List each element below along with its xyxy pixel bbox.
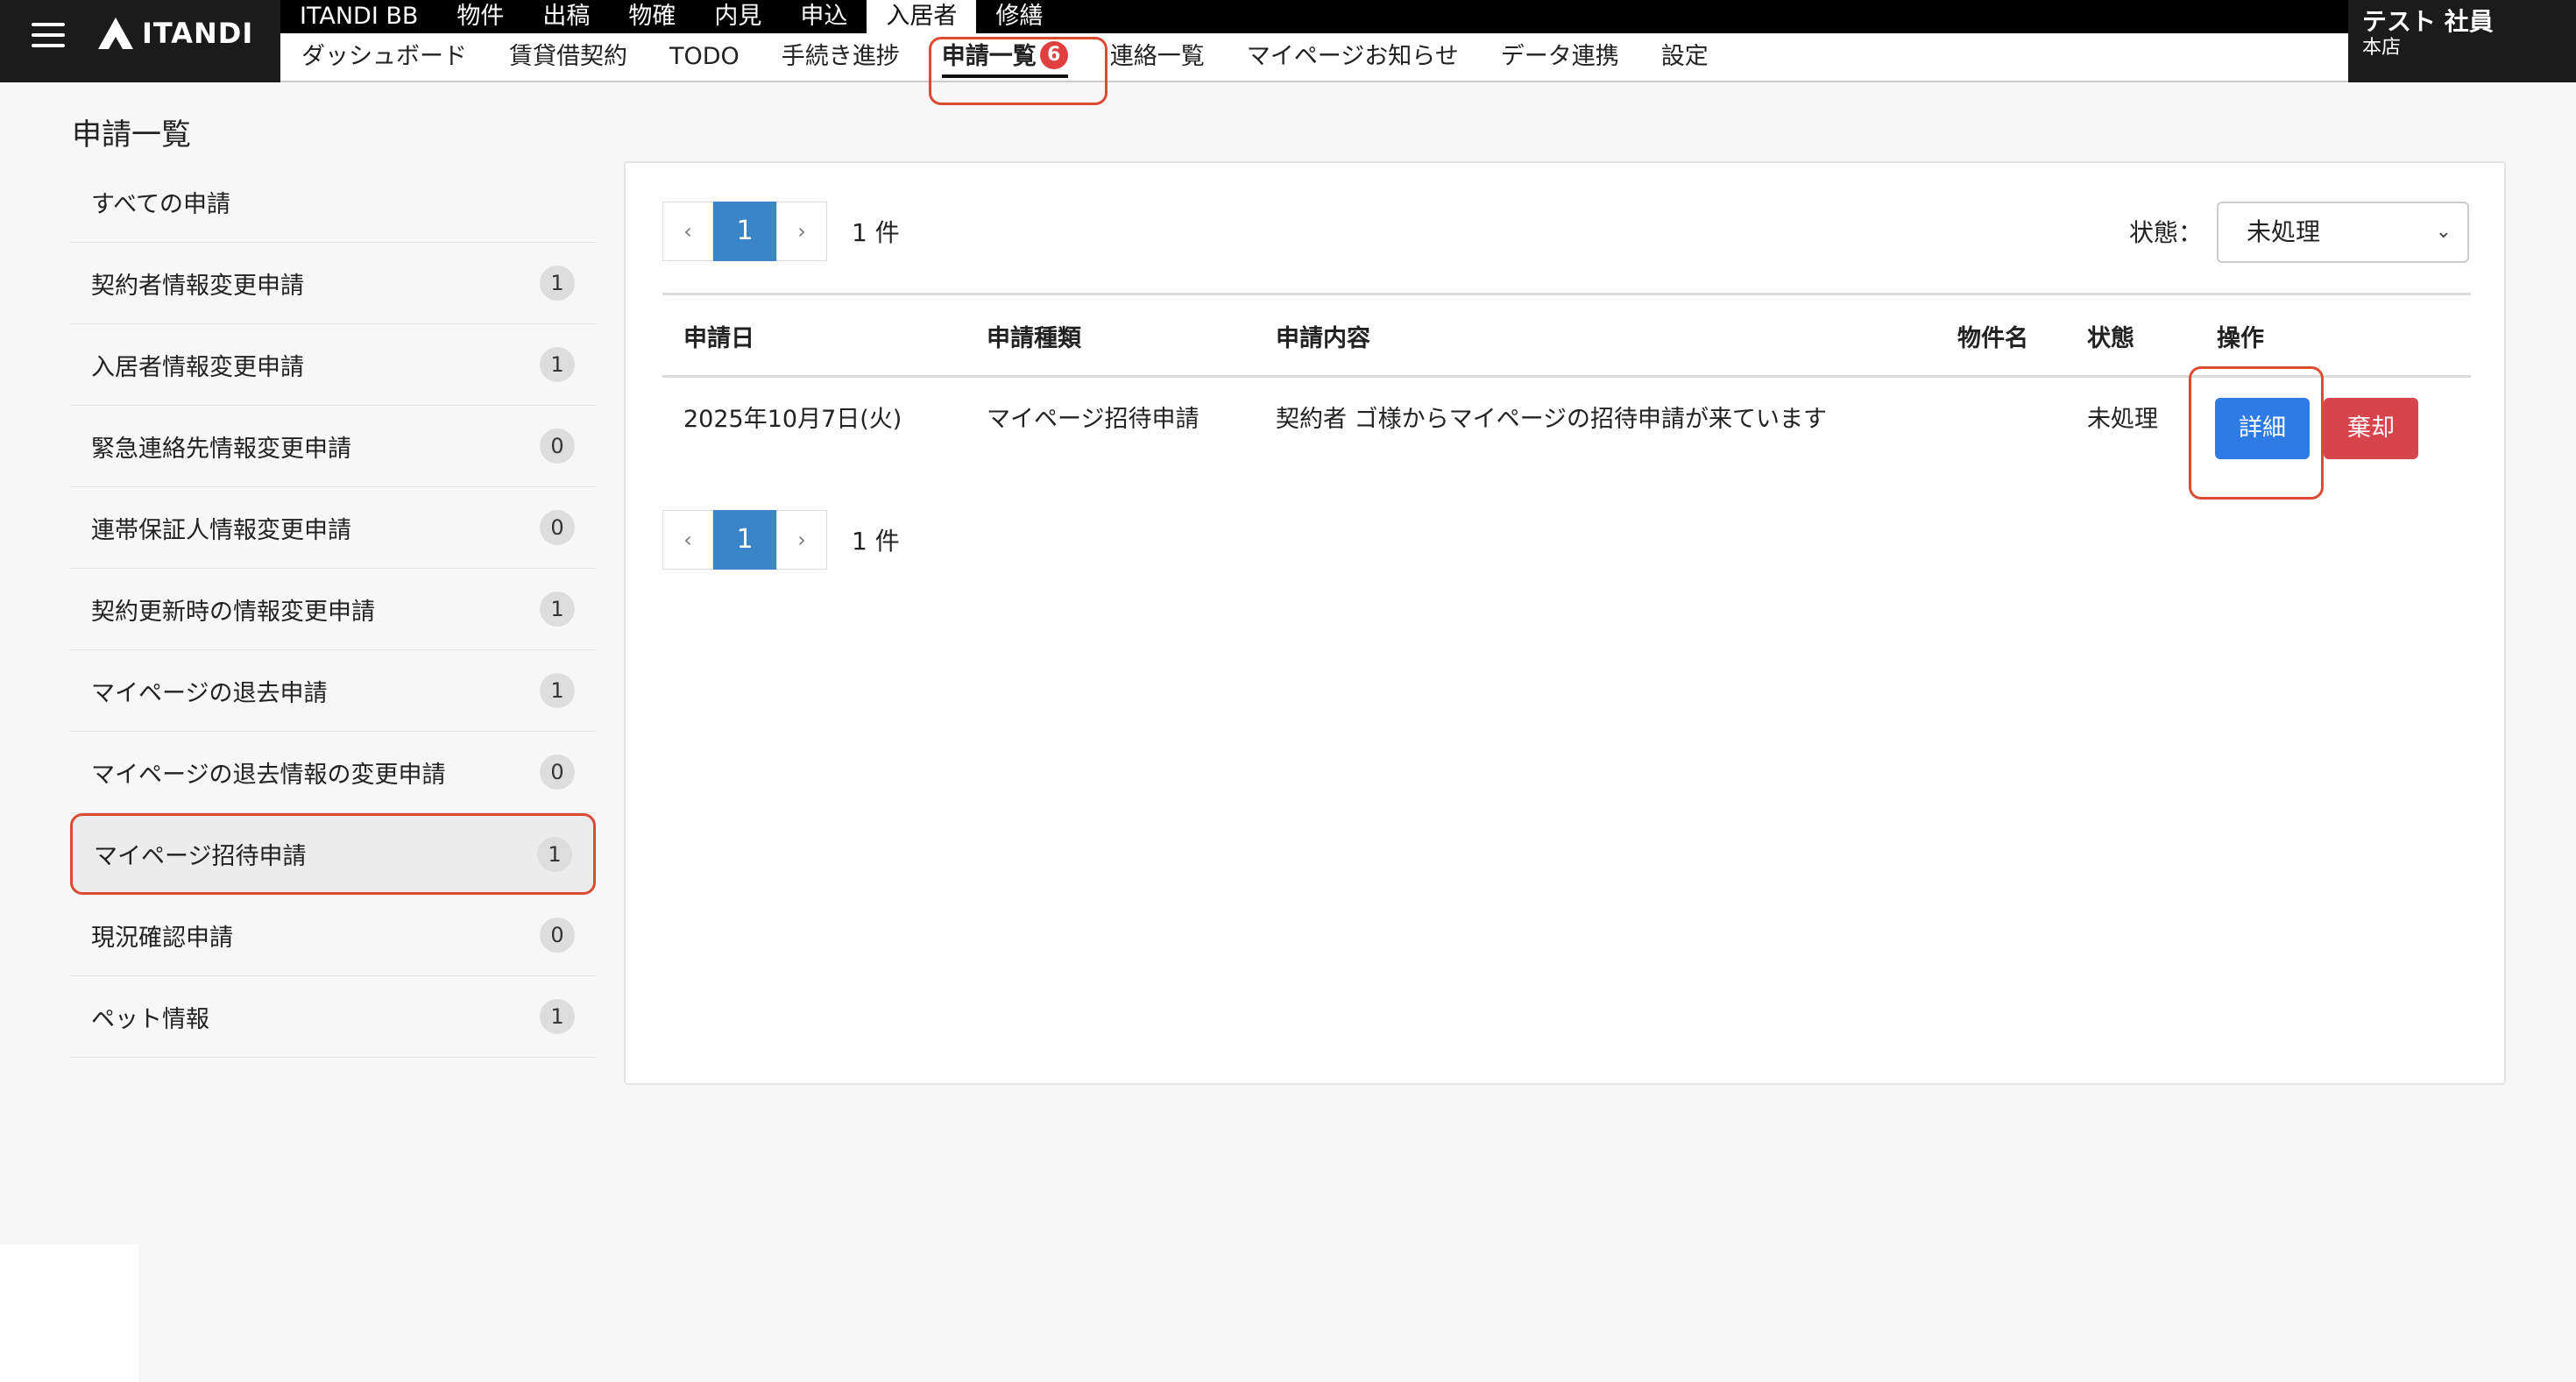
sidebar-item-mypage-move-out[interactable]: マイページの退去申請 1 [70, 650, 596, 732]
detail-button[interactable]: 詳細 [2215, 398, 2310, 459]
count-badge: 0 [540, 755, 575, 790]
sub-nav-lease-contract[interactable]: 賃貸借契約 [488, 32, 648, 82]
status-filter-label: 状態： [2129, 218, 2204, 247]
main-nav-confirmation[interactable]: 物確 [609, 0, 695, 33]
cell-status: 未処理 [2087, 406, 2158, 433]
user-branch: 本店 [2362, 37, 2402, 59]
sub-nav-settings[interactable]: 設定 [1640, 32, 1730, 82]
user-menu[interactable]: テスト 社員 本店 [2348, 0, 2576, 82]
sidebar-item-mypage-invitation[interactable]: マイページ招待申請 1 [70, 813, 596, 895]
sidebar-item-pet-info[interactable]: ペット情報 1 [70, 976, 596, 1058]
column-header-status: 状態 [2087, 325, 2134, 352]
sub-nav-application-list[interactable]: 申請一覧 6 [921, 32, 1089, 82]
blank-area [0, 1244, 138, 1382]
page-title: 申請一覧 [72, 117, 191, 152]
pagination-top: ‹ 1 › 1 件 [662, 202, 900, 261]
column-header-content: 申請内容 [1276, 325, 1370, 352]
sub-nav-application-list-label: 申請一覧 [941, 43, 1037, 70]
prev-page-button[interactable]: ‹ [662, 510, 713, 570]
next-page-button[interactable]: › [776, 510, 827, 570]
cell-type: マイページ招待申請 [987, 406, 1200, 433]
column-header-property: 物件名 [1957, 325, 2028, 352]
sidebar-item-label: マイページ招待申請 [94, 843, 307, 870]
sidebar-item-label: 連帯保証人情報変更申請 [91, 516, 351, 544]
status-filter-select[interactable]: 未処理 ⌄ [2217, 202, 2469, 263]
main-nav-repair[interactable]: 修繕 [976, 0, 1062, 33]
count-badge: 1 [540, 673, 575, 708]
user-name: テスト 社員 [2362, 7, 2494, 36]
logo-text: ITANDI [142, 17, 254, 50]
column-header-actions: 操作 [2217, 325, 2264, 352]
sidebar-item-label: 緊急連絡先情報変更申請 [91, 435, 351, 463]
sidebar-item-all[interactable]: すべての申請 [70, 161, 596, 243]
main-nav-application[interactable]: 申込 [781, 0, 867, 33]
sidebar-item-contractor-info-change[interactable]: 契約者情報変更申請 1 [70, 243, 596, 324]
application-count-badge: 6 [1039, 41, 1068, 69]
sidebar-item-emergency-contact-change[interactable]: 緊急連絡先情報変更申請 0 [70, 406, 596, 487]
main-nav-tenant[interactable]: 入居者 [867, 0, 977, 33]
sub-nav-dashboard[interactable]: ダッシュボード [280, 32, 488, 82]
main-nav: ITANDI BB 物件 出稿 物確 内見 申込 入居者 修繕 [280, 0, 2348, 33]
application-list-panel: ‹ 1 › 1 件 状態： 未処理 ⌄ 申請日 申請種類 申請内容 物件名 状態… [624, 161, 2506, 1085]
count-badge: 1 [540, 999, 575, 1034]
table-divider [662, 293, 2471, 295]
count-badge: 0 [540, 918, 575, 953]
sidebar-item-label: 契約更新時の情報変更申請 [91, 598, 375, 626]
pagination-bottom: ‹ 1 › 1 件 [662, 510, 900, 570]
sidebar-item-label: すべての申請 [91, 190, 231, 218]
next-page-button[interactable]: › [776, 202, 827, 261]
table-header-divider [662, 375, 2471, 378]
column-header-date: 申請日 [683, 325, 754, 352]
main-nav-property[interactable]: 物件 [437, 0, 523, 33]
sidebar-item-label: 入居者情報変更申請 [91, 353, 304, 381]
sidebar-item-label: マイページの退去情報の変更申請 [91, 761, 446, 789]
count-badge: 0 [540, 510, 575, 545]
sidebar-item-label: 契約者情報変更申請 [91, 272, 304, 300]
status-filter-value: 未処理 [2247, 217, 2321, 246]
count-badge: 1 [537, 836, 572, 872]
count-badge: 1 [540, 592, 575, 627]
sidebar-item-label: マイページの退去申請 [91, 679, 328, 707]
sidebar-item-guarantor-info-change[interactable]: 連帯保証人情報変更申請 0 [70, 487, 596, 569]
sub-nav-data-integration[interactable]: データ連携 [1480, 32, 1640, 82]
sub-nav-todo[interactable]: TODO [648, 32, 761, 82]
hamburger-menu-icon[interactable] [32, 21, 65, 49]
chevron-down-icon: ⌄ [2435, 221, 2452, 243]
sub-nav-contact-list[interactable]: 連絡一覧 [1089, 32, 1226, 82]
sub-nav-procedure-progress[interactable]: 手続き進捗 [761, 32, 921, 82]
discard-button[interactable]: 棄却 [2324, 398, 2418, 459]
count-badge: 0 [540, 429, 575, 464]
sidebar-item-tenant-info-change[interactable]: 入居者情報変更申請 1 [70, 324, 596, 406]
count-badge: 1 [540, 266, 575, 301]
result-count: 1 件 [852, 218, 900, 247]
brand-area: ITANDI [0, 0, 280, 82]
top-header: ITANDI ITANDI BB 物件 出稿 物確 内見 申込 入居者 修繕 ダ… [0, 0, 2576, 82]
sidebar-item-mypage-move-out-change[interactable]: マイページの退去情報の変更申請 0 [70, 732, 596, 813]
cell-date: 2025年10月7日(火) [683, 406, 902, 433]
column-header-type: 申請種類 [987, 325, 1081, 352]
cell-content: 契約者 ゴ様からマイページの招待申請が来ています [1276, 406, 1828, 433]
main-nav-listing[interactable]: 出稿 [523, 0, 609, 33]
sidebar-item-renewal-info-change[interactable]: 契約更新時の情報変更申請 1 [70, 569, 596, 650]
sidebar-item-label: ペット情報 [91, 1005, 209, 1033]
sub-nav: ダッシュボード 賃貸借契約 TODO 手続き進捗 申請一覧 6 連絡一覧 マイペー… [280, 33, 2348, 82]
sidebar-item-label: 現況確認申請 [91, 924, 233, 952]
sidebar-item-status-confirmation[interactable]: 現況確認申請 0 [70, 895, 596, 976]
main-nav-viewing[interactable]: 内見 [695, 0, 781, 33]
page-number-button[interactable]: 1 [713, 202, 776, 261]
page-number-button[interactable]: 1 [713, 510, 776, 570]
count-badge: 1 [540, 347, 575, 382]
main-nav-itandi-bb[interactable]: ITANDI BB [280, 0, 437, 33]
result-count: 1 件 [852, 527, 900, 556]
application-type-sidebar: すべての申請 契約者情報変更申請 1 入居者情報変更申請 1 緊急連絡先情報変更… [70, 161, 596, 1058]
prev-page-button[interactable]: ‹ [662, 202, 713, 261]
itandi-logo-icon [98, 18, 133, 49]
sub-nav-mypage-notices[interactable]: マイページお知らせ [1226, 32, 1480, 82]
